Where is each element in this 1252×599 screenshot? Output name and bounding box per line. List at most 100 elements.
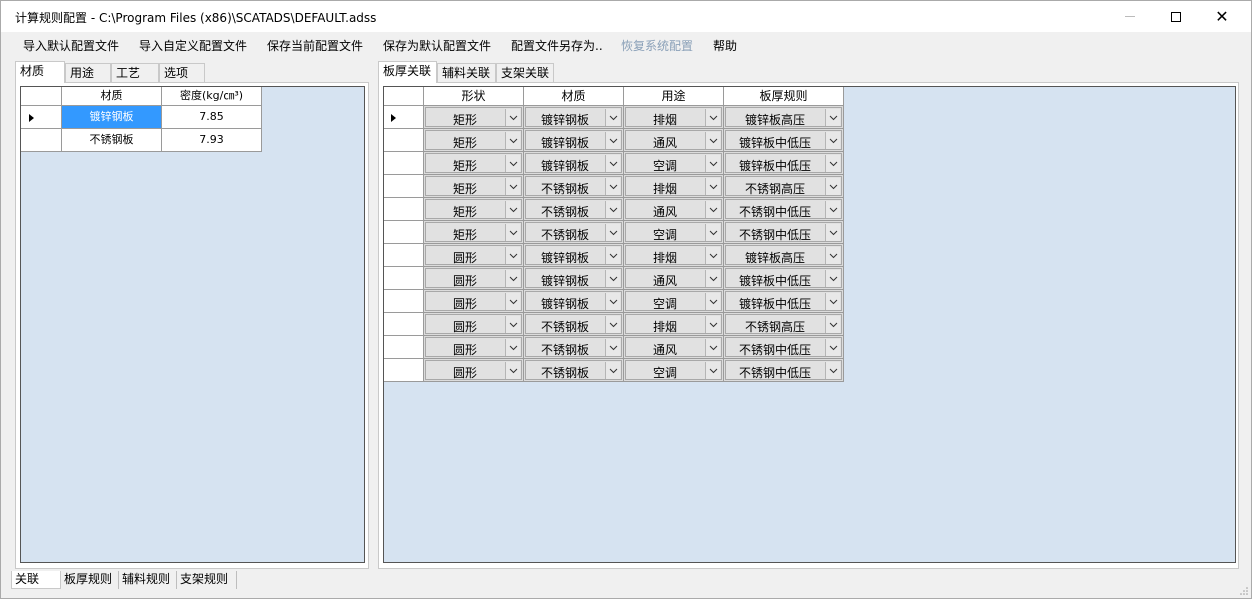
combo-shape[interactable]: 矩形 — [424, 198, 524, 221]
chevron-down-icon[interactable] — [825, 224, 840, 241]
combo-material[interactable]: 不锈钢板 — [524, 336, 624, 359]
chevron-down-icon[interactable] — [705, 270, 720, 287]
combo-shape[interactable]: 圆形 — [424, 267, 524, 290]
combo-thickness-rule[interactable]: 镀锌板高压 — [724, 106, 844, 129]
combo-usage[interactable]: 通风 — [624, 198, 724, 221]
chevron-down-icon[interactable] — [605, 155, 620, 172]
combo-shape[interactable]: 圆形 — [424, 359, 524, 382]
tab-material[interactable]: 材质 — [15, 61, 65, 83]
combo-thickness-rule[interactable]: 镀锌板中低压 — [724, 152, 844, 175]
chevron-down-icon[interactable] — [705, 362, 720, 379]
chevron-down-icon[interactable] — [825, 270, 840, 287]
chevron-down-icon[interactable] — [705, 178, 720, 195]
combo-thickness-rule[interactable]: 不锈钢高压 — [724, 313, 844, 336]
combo-material[interactable]: 不锈钢板 — [524, 313, 624, 336]
row-header[interactable] — [384, 152, 424, 175]
chevron-down-icon[interactable] — [705, 109, 720, 126]
combo-usage[interactable]: 空调 — [624, 290, 724, 313]
chevron-down-icon[interactable] — [605, 316, 620, 333]
combo-thickness-rule[interactable]: 不锈钢中低压 — [724, 336, 844, 359]
tab-thickness-link[interactable]: 板厚关联 — [378, 61, 437, 83]
cell-material[interactable]: 镀锌钢板 — [62, 106, 162, 129]
combo-thickness-rule[interactable]: 镀锌板中低压 — [724, 129, 844, 152]
chevron-down-icon[interactable] — [505, 155, 520, 172]
combo-usage[interactable]: 排烟 — [624, 175, 724, 198]
tab-process[interactable]: 工艺 — [111, 63, 159, 83]
column-header-usage[interactable]: 用途 — [624, 87, 724, 106]
chevron-down-icon[interactable] — [705, 155, 720, 172]
combo-usage[interactable]: 排烟 — [624, 244, 724, 267]
chevron-down-icon[interactable] — [825, 293, 840, 310]
row-header[interactable] — [384, 175, 424, 198]
column-header-thickness-rule[interactable]: 板厚规则 — [724, 87, 844, 106]
tab-options[interactable]: 选项 — [159, 63, 205, 83]
chevron-down-icon[interactable] — [605, 224, 620, 241]
cell-density[interactable]: 7.85 — [162, 106, 262, 129]
combo-material[interactable]: 不锈钢板 — [524, 175, 624, 198]
row-header[interactable] — [384, 290, 424, 313]
menu-save-current[interactable]: 保存当前配置文件 — [267, 37, 363, 54]
chevron-down-icon[interactable] — [605, 109, 620, 126]
chevron-down-icon[interactable] — [605, 178, 620, 195]
chevron-down-icon[interactable] — [605, 201, 620, 218]
chevron-down-icon[interactable] — [825, 132, 840, 149]
chevron-down-icon[interactable] — [505, 362, 520, 379]
combo-shape[interactable]: 矩形 — [424, 129, 524, 152]
chevron-down-icon[interactable] — [505, 339, 520, 356]
row-header[interactable] — [384, 198, 424, 221]
chevron-down-icon[interactable] — [505, 247, 520, 264]
combo-material[interactable]: 不锈钢板 — [524, 221, 624, 244]
close-button[interactable]: ✕ — [1199, 1, 1245, 32]
row-header[interactable] — [384, 267, 424, 290]
row-header[interactable] — [384, 129, 424, 152]
chevron-down-icon[interactable] — [825, 201, 840, 218]
chevron-down-icon[interactable] — [605, 362, 620, 379]
combo-usage[interactable]: 空调 — [624, 152, 724, 175]
menu-help[interactable]: 帮助 — [713, 37, 737, 54]
combo-shape[interactable]: 圆形 — [424, 336, 524, 359]
combo-shape[interactable]: 矩形 — [424, 152, 524, 175]
menu-import-default[interactable]: 导入默认配置文件 — [23, 37, 119, 54]
combo-material[interactable]: 不锈钢板 — [524, 198, 624, 221]
chevron-down-icon[interactable] — [605, 339, 620, 356]
chevron-down-icon[interactable] — [505, 109, 520, 126]
column-header-material[interactable]: 材质 — [524, 87, 624, 106]
combo-material[interactable]: 镀锌钢板 — [524, 267, 624, 290]
row-header[interactable] — [384, 336, 424, 359]
menu-save-as-default[interactable]: 保存为默认配置文件 — [383, 37, 491, 54]
maximize-button[interactable] — [1153, 1, 1199, 32]
combo-shape[interactable]: 矩形 — [424, 106, 524, 129]
row-header[interactable] — [384, 244, 424, 267]
tab-usage[interactable]: 用途 — [65, 63, 111, 83]
tab-support-link[interactable]: 支架关联 — [496, 63, 554, 83]
combo-usage[interactable]: 通风 — [624, 267, 724, 290]
row-header[interactable] — [384, 221, 424, 244]
combo-shape[interactable]: 矩形 — [424, 175, 524, 198]
menu-import-custom[interactable]: 导入自定义配置文件 — [139, 37, 247, 54]
combo-thickness-rule[interactable]: 镀锌板中低压 — [724, 267, 844, 290]
combo-usage[interactable]: 通风 — [624, 336, 724, 359]
chevron-down-icon[interactable] — [705, 132, 720, 149]
row-header[interactable] — [384, 313, 424, 336]
chevron-down-icon[interactable] — [505, 270, 520, 287]
chevron-down-icon[interactable] — [825, 109, 840, 126]
chevron-down-icon[interactable] — [705, 316, 720, 333]
combo-usage[interactable]: 排烟 — [624, 106, 724, 129]
menu-restore-system[interactable]: 恢复系统配置 — [621, 37, 693, 54]
chevron-down-icon[interactable] — [705, 224, 720, 241]
combo-shape[interactable]: 圆形 — [424, 313, 524, 336]
chevron-down-icon[interactable] — [605, 293, 620, 310]
chevron-down-icon[interactable] — [505, 132, 520, 149]
chevron-down-icon[interactable] — [605, 247, 620, 264]
chevron-down-icon[interactable] — [705, 293, 720, 310]
row-header[interactable] — [21, 129, 62, 152]
combo-usage[interactable]: 空调 — [624, 359, 724, 382]
chevron-down-icon[interactable] — [825, 339, 840, 356]
chevron-down-icon[interactable] — [505, 293, 520, 310]
chevron-down-icon[interactable] — [505, 316, 520, 333]
chevron-down-icon[interactable] — [605, 270, 620, 287]
combo-material[interactable]: 镀锌钢板 — [524, 152, 624, 175]
column-header-shape[interactable]: 形状 — [424, 87, 524, 106]
tab-bottom-accessory-rules[interactable]: 辅料规则 — [119, 571, 177, 589]
row-header[interactable] — [384, 106, 424, 129]
